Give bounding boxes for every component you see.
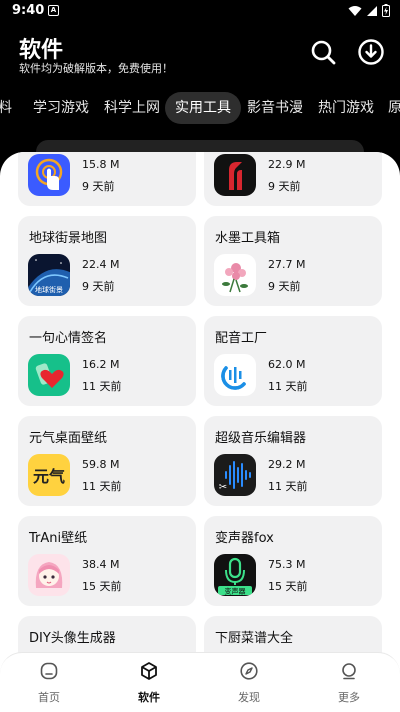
app-card[interactable]: 地球街景地图 地球街景 22.4 M 9 天前 — [18, 216, 196, 306]
app-date: 11 天前 — [268, 380, 308, 393]
signal-icon — [367, 5, 377, 16]
app-date: 9 天前 — [268, 280, 301, 293]
app-size: 75.3 M — [268, 558, 306, 571]
app-name: 水墨工具箱 — [215, 231, 281, 246]
app-date: 15 天前 — [268, 580, 308, 593]
app-name: 变声器fox — [215, 531, 274, 546]
app-name: DIY头像生成器 — [29, 631, 116, 646]
wifi-icon — [348, 5, 362, 16]
notification-icon: A — [48, 5, 59, 16]
app-card[interactable]: 水墨工具箱 27.7 M 9 天前 — [204, 216, 382, 306]
more-icon — [342, 663, 356, 680]
app-card[interactable]: 元气桌面壁纸 元气 59.8 M 11 天前 — [18, 416, 196, 506]
voice-changer-icon: 变声器 — [214, 554, 256, 596]
nav-more[interactable]: 更多 — [319, 661, 379, 705]
tab-partial-left[interactable]: 料 — [0, 92, 22, 124]
touch-icon — [28, 154, 70, 196]
svg-text:元气: 元气 — [33, 467, 65, 486]
nav-discover-label: 发现 — [238, 691, 260, 704]
red-arc-icon — [214, 154, 256, 196]
app-card[interactable]: TrAni壁纸 38.4 M 15 天前 — [18, 516, 196, 606]
app-date: 11 天前 — [82, 480, 122, 493]
earth-street-view-icon: 地球街景 — [28, 254, 70, 296]
nav-more-label: 更多 — [338, 691, 360, 704]
tab-media-books[interactable]: 影音书漫 — [237, 92, 313, 124]
app-size: 15.8 M — [82, 158, 120, 171]
app-date: 15 天前 — [82, 580, 122, 593]
app-size: 62.0 M — [268, 358, 306, 371]
yuanqi-wallpaper-icon: 元气 — [28, 454, 70, 496]
app-size: 27.7 M — [268, 258, 306, 271]
tab-utility-tools[interactable]: 实用工具 — [165, 92, 241, 124]
app-card[interactable]: 配音工厂 62.0 M 11 天前 — [204, 316, 382, 406]
status-bar: 9:40 A — [0, 0, 400, 24]
battery-icon — [382, 4, 390, 17]
app-card[interactable]: 变声器fox 变声器 75.3 M 15 天前 — [204, 516, 382, 606]
app-size: 29.2 M — [268, 458, 306, 471]
bottom-nav: 首页 软件 发现 更多 — [0, 652, 400, 712]
nav-software-label: 软件 — [138, 691, 160, 704]
compass-icon — [240, 662, 258, 680]
page-subtitle: 软件均为破解版本，免费使用！ — [19, 62, 173, 75]
app-card[interactable]: 超级音乐编辑器 ✂ 29.2 M 11 天前 — [204, 416, 382, 506]
tab-partial-right[interactable]: 原 — [378, 92, 400, 124]
nav-software[interactable]: 软件 — [119, 661, 179, 705]
home-icon — [40, 662, 58, 680]
music-editor-icon: ✂ — [214, 454, 256, 496]
app-name: TrAni壁纸 — [29, 531, 88, 546]
app-size: 22.4 M — [82, 258, 120, 271]
search-icon — [311, 40, 336, 65]
ink-flower-icon — [214, 254, 256, 296]
heart-bottle-icon — [28, 354, 70, 396]
app-name: 下厨菜谱大全 — [215, 631, 294, 646]
app-name: 一句心情签名 — [29, 331, 108, 346]
dubbing-factory-icon — [214, 354, 256, 396]
app-size: 22.9 M — [268, 158, 306, 171]
app-card[interactable]: 15.8 M 9 天前 — [18, 152, 196, 206]
svg-text:✂: ✂ — [219, 482, 227, 493]
app-name: 配音工厂 — [215, 331, 268, 346]
app-list: 15.8 M 9 天前 22.9 M 9 天前 地球街景地图 地球街景 22.4… — [0, 152, 400, 712]
tab-study-games[interactable]: 学习游戏 — [23, 92, 99, 124]
nav-home[interactable]: 首页 — [19, 661, 79, 705]
svg-text:地球街景: 地球街景 — [35, 285, 63, 294]
tab-hot-games[interactable]: 热门游戏 — [308, 92, 384, 124]
svg-text:变声器: 变声器 — [225, 587, 246, 596]
nav-discover[interactable]: 发现 — [219, 661, 279, 705]
category-tabs: 料 学习游戏 科学上网 实用工具 影音书漫 热门游戏 原 — [0, 90, 400, 126]
search-button[interactable] — [309, 38, 337, 66]
app-name: 超级音乐编辑器 — [215, 431, 307, 446]
download-icon — [358, 39, 384, 65]
app-name: 元气桌面壁纸 — [29, 431, 108, 446]
app-date: 11 天前 — [268, 480, 308, 493]
app-date: 9 天前 — [82, 180, 115, 193]
app-date: 9 天前 — [268, 180, 301, 193]
app-date: 9 天前 — [82, 280, 115, 293]
app-card[interactable]: 一句心情签名 16.2 M 11 天前 — [18, 316, 196, 406]
anime-girl-icon — [28, 554, 70, 596]
app-card[interactable]: 22.9 M 9 天前 — [204, 152, 382, 206]
cube-icon — [141, 662, 157, 680]
app-size: 59.8 M — [82, 458, 120, 471]
tab-science-internet[interactable]: 科学上网 — [94, 92, 170, 124]
status-time: 9:40 — [12, 3, 45, 18]
app-size: 16.2 M — [82, 358, 120, 371]
download-button[interactable] — [357, 38, 385, 66]
nav-home-label: 首页 — [38, 691, 60, 704]
app-header: 软件 软件均为破解版本，免费使用！ — [0, 24, 400, 86]
app-name: 地球街景地图 — [29, 231, 108, 246]
app-date: 11 天前 — [82, 380, 122, 393]
app-size: 38.4 M — [82, 558, 120, 571]
